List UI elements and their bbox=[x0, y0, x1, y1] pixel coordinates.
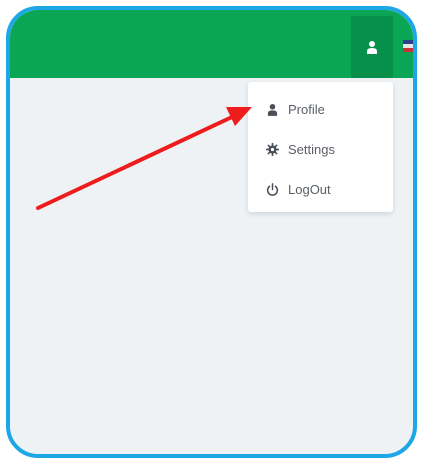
user-icon bbox=[367, 41, 377, 54]
menu-item-label: Profile bbox=[288, 101, 325, 117]
menu-item-logout[interactable]: LogOut bbox=[248, 174, 393, 204]
gear-icon bbox=[264, 141, 280, 157]
top-navbar bbox=[10, 10, 413, 78]
menu-item-label: LogOut bbox=[288, 181, 331, 197]
power-icon bbox=[264, 181, 280, 197]
menu-item-settings[interactable]: Settings bbox=[248, 134, 393, 164]
screenshot-frame: Profile Settings LogOut bbox=[6, 6, 417, 458]
flag-icon[interactable] bbox=[403, 40, 413, 52]
user-dropdown-menu: Profile Settings LogOut bbox=[248, 82, 393, 212]
user-menu-button[interactable] bbox=[351, 16, 393, 78]
user-icon bbox=[264, 101, 280, 117]
menu-item-profile[interactable]: Profile bbox=[248, 94, 393, 124]
menu-item-label: Settings bbox=[288, 141, 335, 157]
